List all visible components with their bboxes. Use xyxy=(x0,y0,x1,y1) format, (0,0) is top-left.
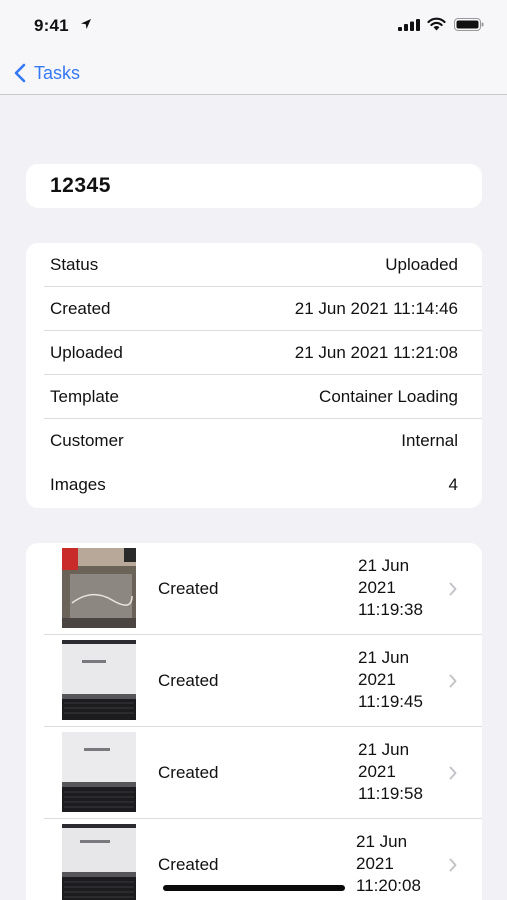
chevron-right-icon xyxy=(449,766,457,780)
task-details-card: Status Uploaded Created 21 Jun 2021 11:1… xyxy=(26,243,482,508)
chevron-right-icon xyxy=(449,674,457,688)
images-list-card: Created 21 Jun 2021 11:19:38 Created 21 … xyxy=(26,543,482,900)
image-timestamp: 21 Jun 2021 11:20:08 xyxy=(356,831,446,897)
status-time: 9:41 xyxy=(34,16,69,35)
task-title: 12345 xyxy=(50,174,111,197)
image-thumbnail xyxy=(62,640,136,720)
detail-value: 4 xyxy=(448,475,458,494)
chevron-left-icon xyxy=(14,63,26,83)
detail-value: 21 Jun 2021 11:14:46 xyxy=(294,299,458,318)
timestamp-date: 21 Jun xyxy=(358,556,410,575)
detail-value: 21 Jun 2021 11:21:08 xyxy=(294,343,458,362)
image-thumbnail xyxy=(62,824,136,900)
detail-value: Internal xyxy=(401,431,458,450)
status-bar: 9:41 xyxy=(0,0,507,52)
image-caption: Created xyxy=(158,579,219,598)
detail-label: Customer xyxy=(50,431,124,450)
detail-label: Created xyxy=(50,299,111,318)
cellular-signal-icon xyxy=(398,19,420,31)
detail-row-uploaded: Uploaded 21 Jun 2021 11:21:08 xyxy=(26,331,482,375)
image-timestamp: 21 Jun 2021 11:19:58 xyxy=(358,739,448,805)
detail-label: Images xyxy=(50,475,106,494)
timestamp-year: 2021 xyxy=(358,670,396,689)
detail-label: Uploaded xyxy=(50,343,123,362)
navigation-bar: Tasks xyxy=(0,52,507,95)
timestamp-year: 2021 xyxy=(358,762,396,781)
detail-value: Container Loading xyxy=(319,387,458,406)
timestamp-date: 21 Jun xyxy=(358,740,410,759)
detail-row-template: Template Container Loading xyxy=(26,375,482,419)
image-thumbnail xyxy=(62,548,136,628)
detail-label: Template xyxy=(50,387,119,406)
battery-icon xyxy=(454,18,484,31)
detail-label: Status xyxy=(50,255,99,274)
timestamp-time: 11:19:45 xyxy=(358,692,423,711)
image-caption: Created xyxy=(158,763,219,782)
image-list-item[interactable]: Created 21 Jun 2021 11:19:58 xyxy=(26,727,482,819)
timestamp-time: 11:19:58 xyxy=(358,784,423,803)
image-list-item[interactable]: Created 21 Jun 2021 11:19:38 xyxy=(26,543,482,635)
wifi-icon xyxy=(427,17,446,31)
back-button-label: Tasks xyxy=(34,62,81,83)
detail-row-customer: Customer Internal xyxy=(26,419,482,463)
image-caption: Created xyxy=(158,855,219,874)
image-timestamp: 21 Jun 2021 11:19:38 xyxy=(358,555,448,621)
chevron-right-icon xyxy=(449,582,457,596)
image-list-item[interactable]: Created 21 Jun 2021 11:19:45 xyxy=(26,635,482,727)
timestamp-time: 11:19:38 xyxy=(358,600,423,619)
back-button[interactable]: Tasks xyxy=(14,60,80,86)
detail-row-images: Images 4 xyxy=(26,463,482,507)
timestamp-date: 21 Jun xyxy=(358,648,410,667)
task-title-card: 12345 xyxy=(26,164,482,208)
timestamp-year: 2021 xyxy=(356,854,394,873)
detail-row-created: Created 21 Jun 2021 11:14:46 xyxy=(26,287,482,331)
image-thumbnail xyxy=(62,732,136,812)
timestamp-time: 11:20:08 xyxy=(356,876,421,895)
timestamp-year: 2021 xyxy=(358,578,396,597)
image-caption: Created xyxy=(158,671,219,690)
home-indicator[interactable] xyxy=(163,885,345,891)
timestamp-date: 21 Jun xyxy=(356,832,408,851)
detail-row-status: Status Uploaded xyxy=(26,243,482,287)
detail-value: Uploaded xyxy=(385,255,458,274)
image-timestamp: 21 Jun 2021 11:19:45 xyxy=(358,647,448,713)
location-arrow-icon xyxy=(81,19,91,29)
chevron-right-icon xyxy=(449,858,457,872)
